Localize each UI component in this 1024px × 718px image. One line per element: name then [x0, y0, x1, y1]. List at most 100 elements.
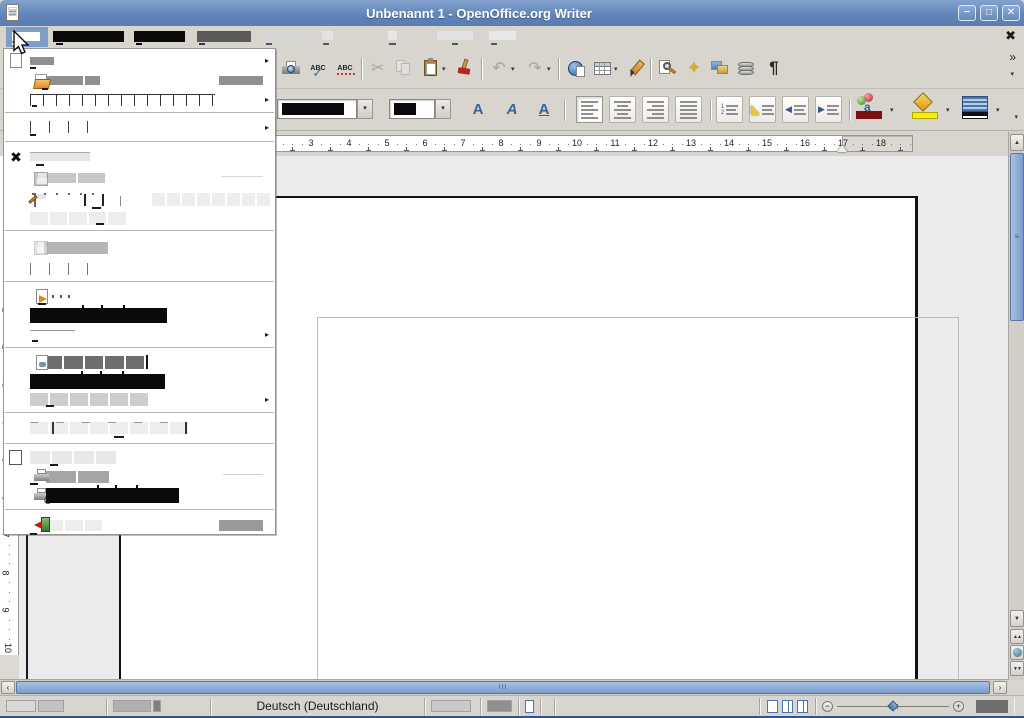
file-menu-item-speichern-unter[interactable] [4, 189, 275, 210]
maximize-button[interactable]: □ [980, 5, 998, 21]
print-preview-button[interactable] [279, 56, 303, 80]
paste-button[interactable] [418, 56, 442, 80]
single-page-view-icon[interactable] [767, 700, 778, 713]
increase-indent-button[interactable]: ▶ [815, 96, 842, 123]
minimize-button[interactable]: − [958, 5, 976, 21]
align-justified-button[interactable] [675, 96, 702, 123]
align-left-button[interactable] [576, 96, 603, 123]
italic-button[interactable]: A [500, 97, 524, 121]
underline-button[interactable]: A [532, 97, 556, 121]
table-button[interactable] [590, 56, 614, 80]
font-size-combobox[interactable] [389, 99, 435, 119]
view-layout-switcher[interactable] [760, 698, 816, 715]
file-menu-item-drucken[interactable] [4, 467, 275, 486]
multi-page-view-icon[interactable] [782, 700, 793, 713]
zoom-slider[interactable]: − + [816, 700, 970, 713]
scroll-right-icon[interactable]: › [993, 681, 1007, 694]
toolbar-options-icon[interactable]: ▾ [1010, 70, 1014, 78]
file-menu-item-vorlagen[interactable]: ▸ [4, 391, 275, 408]
zoom-percentage[interactable] [970, 698, 1014, 715]
redo-dropdown-icon[interactable]: ▾ [547, 65, 551, 73]
file-menu-item-senden[interactable]: ▸ [4, 325, 275, 343]
file-menu-item-zuletzt-benutzte-dokumente[interactable]: ▸ [4, 91, 275, 108]
status-signature[interactable] [541, 698, 555, 715]
font-size-dropdown-icon[interactable]: ▾ [435, 99, 451, 119]
close-document-icon[interactable]: ✖ [1005, 28, 1016, 44]
highlighting-dropdown-icon[interactable]: ▾ [946, 106, 950, 114]
file-menu-item-digitale-signaturen[interactable] [4, 372, 275, 391]
file-menu-item-assistenten[interactable]: ▸ [4, 117, 275, 137]
status-language[interactable]: Deutsch (Deutschland) [211, 698, 425, 715]
zoom-in-icon[interactable]: + [953, 701, 964, 712]
font-name-dropdown-icon[interactable]: ▾ [357, 99, 373, 119]
status-document-modified[interactable] [519, 698, 541, 715]
hyperlink-button[interactable] [563, 56, 587, 80]
file-menu-item-seitenansicht[interactable] [4, 448, 275, 467]
align-center-button[interactable] [609, 96, 636, 123]
file-menu-item-vorschau-im-webbrowser[interactable] [4, 417, 275, 439]
redo-button[interactable]: ↷ [523, 56, 547, 80]
menu-item-extras[interactable] [388, 31, 397, 40]
bold-button[interactable]: A [466, 97, 490, 121]
status-page-number[interactable] [0, 698, 107, 715]
menu-item-format[interactable] [264, 31, 310, 41]
gallery-button[interactable] [708, 56, 732, 80]
zoom-out-icon[interactable]: − [822, 701, 833, 712]
font-color-button[interactable]: a [856, 96, 884, 122]
draw-functions-button[interactable] [624, 56, 648, 80]
zoom-slider-thumb[interactable] [887, 700, 898, 711]
formatting-toolbar-options-icon[interactable]: ▾ [1014, 113, 1018, 121]
status-page-style[interactable] [107, 698, 211, 715]
table-dropdown-icon[interactable]: ▾ [614, 65, 618, 73]
scroll-left-icon[interactable]: ‹ [1, 681, 15, 694]
vertical-scroll-thumb[interactable]: ≡ [1010, 153, 1024, 321]
navigation-icon[interactable] [1010, 645, 1024, 660]
cut-button[interactable]: ✂ [366, 56, 390, 80]
spellcheck-button[interactable]: ABC✓ [306, 56, 330, 80]
auto-spellcheck-button[interactable]: ABC [333, 56, 357, 80]
file-menu-item-neu[interactable]: ▸ [4, 51, 275, 70]
menu-item-fenster[interactable] [437, 31, 473, 40]
file-menu-item-neu-laden[interactable] [4, 235, 275, 260]
horizontal-scrollbar[interactable]: ‹ III › [0, 679, 1008, 695]
right-indent-marker[interactable] [837, 145, 847, 152]
font-color-dropdown-icon[interactable]: ▾ [890, 106, 894, 114]
file-menu-item-exportieren[interactable] [4, 286, 275, 306]
file-menu-item-speichern[interactable] [4, 167, 275, 189]
menu-item-bearbeiten[interactable] [53, 31, 124, 42]
toolbar-overflow-icon[interactable]: » [1009, 50, 1016, 64]
scroll-down-icon[interactable]: ▼ [1010, 610, 1024, 627]
file-menu-item-versionen[interactable] [4, 260, 275, 277]
file-menu-item-schliessen[interactable]: ✖ [4, 146, 275, 167]
data-sources-button[interactable] [734, 56, 758, 80]
file-menu-item-druckereinstellungen[interactable] [4, 486, 275, 505]
horizontal-scroll-thumb[interactable]: III [16, 681, 990, 694]
paste-dropdown-icon[interactable]: ▾ [442, 65, 446, 73]
menu-item-tabelle[interactable] [322, 31, 333, 40]
paragraph-background-dropdown-icon[interactable]: ▾ [996, 106, 1000, 114]
menu-item-einfuegen[interactable] [197, 31, 251, 42]
vertical-scrollbar[interactable]: ▲ ≡ ▼ ▲▲ ▼▼ [1008, 132, 1024, 680]
paragraph-background-button[interactable] [962, 96, 990, 122]
undo-dropdown-icon[interactable]: ▾ [511, 65, 515, 73]
find-replace-button[interactable] [655, 56, 679, 80]
file-menu-item-oeffnen[interactable] [4, 70, 275, 91]
title-bar[interactable]: Unbenannt 1 - OpenOffice.org Writer − □ … [0, 0, 1024, 26]
menu-item-ansicht[interactable] [134, 31, 185, 42]
status-insert-mode[interactable] [425, 698, 481, 715]
status-selection-mode[interactable] [481, 698, 519, 715]
next-page-icon[interactable]: ▼▼ [1010, 661, 1024, 676]
file-menu-item-beenden[interactable] [4, 514, 275, 536]
numbered-list-button[interactable]: 12 [716, 96, 743, 123]
bullets-list-button[interactable] [749, 96, 776, 123]
copy-button[interactable] [392, 56, 416, 80]
undo-button[interactable]: ↶ [487, 56, 511, 80]
menu-item-hilfe[interactable] [489, 31, 516, 40]
file-menu-item-eigenschaften[interactable] [4, 352, 275, 372]
highlighting-button[interactable] [912, 96, 940, 122]
file-menu-item-exportieren-als-pdf[interactable] [4, 306, 275, 325]
decrease-indent-button[interactable]: ◀ [782, 96, 809, 123]
navigator-button[interactable]: ✦ [682, 56, 706, 80]
align-right-button[interactable] [642, 96, 669, 123]
format-paintbrush-button[interactable] [452, 56, 476, 80]
